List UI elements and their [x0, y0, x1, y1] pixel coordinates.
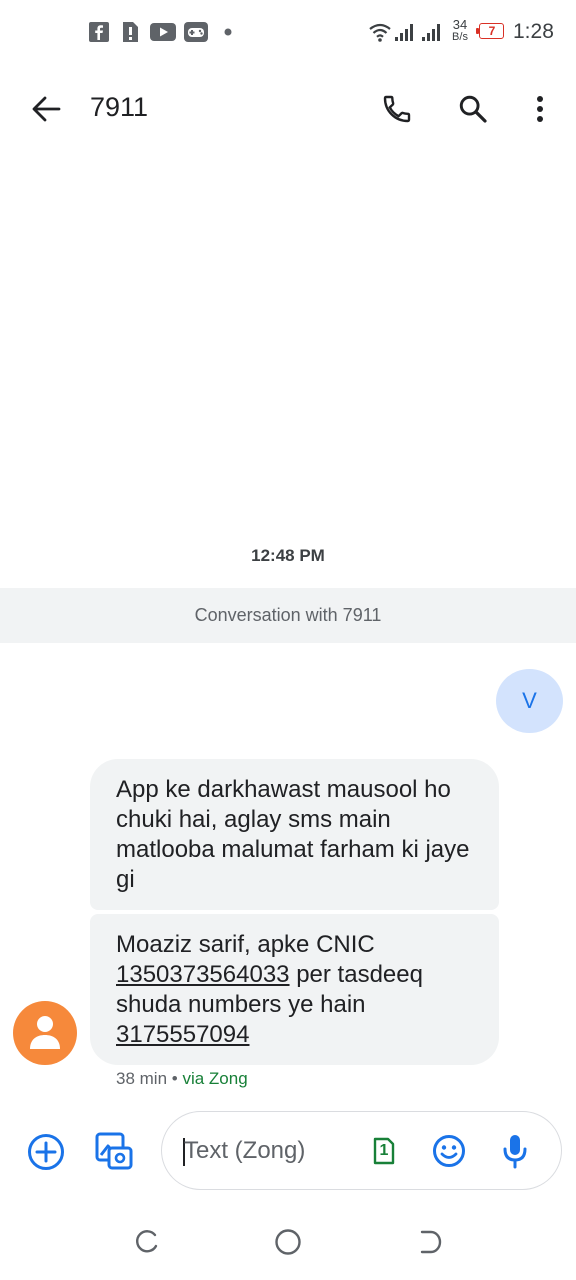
network-speed: 34 B/s — [449, 18, 471, 44]
conversation-title: 7911 — [90, 92, 149, 122]
status-bar: 34 B/s 7 1:28 — [0, 0, 576, 64]
back-arrow-icon[interactable] — [31, 95, 61, 123]
game-icon — [184, 22, 208, 42]
message-input-placeholder: Text (Zong) — [184, 1137, 306, 1164]
battery-icon: 7 — [476, 23, 504, 39]
message-meta: 38 min • via Zong — [116, 1069, 248, 1089]
facebook-icon — [89, 22, 109, 42]
add-circle-icon[interactable] — [27, 1133, 65, 1171]
more-vert-icon[interactable] — [532, 94, 548, 124]
sim-alert-icon — [123, 22, 138, 42]
person-icon — [30, 1016, 60, 1049]
gallery-icon[interactable] — [94, 1131, 134, 1171]
back-nav-icon[interactable] — [416, 1229, 442, 1255]
phone-icon[interactable] — [381, 93, 413, 125]
meta-separator: • — [171, 1069, 178, 1088]
mic-icon[interactable] — [502, 1133, 528, 1169]
notification-dot-icon — [224, 28, 232, 36]
sim-icon[interactable]: 1 — [373, 1137, 395, 1165]
recents-icon[interactable] — [135, 1229, 161, 1255]
message-bubble[interactable]: App ke darkhawast mausool ho chuki hai, … — [90, 759, 499, 910]
signal-icon — [395, 24, 413, 41]
youtube-icon — [150, 23, 176, 41]
message-bubble[interactable]: Moaziz sarif, apke CNIC 1350373564033 pe… — [90, 914, 499, 1065]
contact-avatar[interactable] — [13, 1001, 77, 1065]
message-carrier: via Zong — [182, 1069, 248, 1088]
conversation-banner: Conversation with 7911 — [0, 588, 576, 643]
cnic-number-link[interactable]: 1350373564033 — [116, 961, 290, 988]
signal-icon — [422, 24, 440, 41]
battery-level: 7 — [488, 24, 496, 38]
sim-label: 1 — [379, 1142, 389, 1159]
home-icon[interactable] — [274, 1228, 302, 1256]
message-time: 38 min — [116, 1069, 168, 1088]
conversation-timestamp: 12:48 PM — [251, 546, 325, 565]
network-speed-unit: B/s — [452, 31, 468, 43]
self-avatar[interactable]: V — [496, 669, 563, 733]
emoji-icon[interactable] — [432, 1134, 466, 1168]
search-icon[interactable] — [457, 93, 489, 125]
navigation-bar — [0, 1198, 576, 1280]
status-time: 1:28 — [513, 20, 554, 43]
phone-number-link[interactable]: 3175557094 — [116, 1021, 249, 1048]
message-text: App ke darkhawast mausool ho chuki hai, … — [116, 776, 470, 893]
network-speed-value: 34 — [452, 17, 468, 32]
wifi-icon — [369, 23, 391, 42]
message-text: Moaziz sarif, apke CNIC — [116, 931, 375, 958]
app-bar: 7911 — [0, 64, 576, 156]
